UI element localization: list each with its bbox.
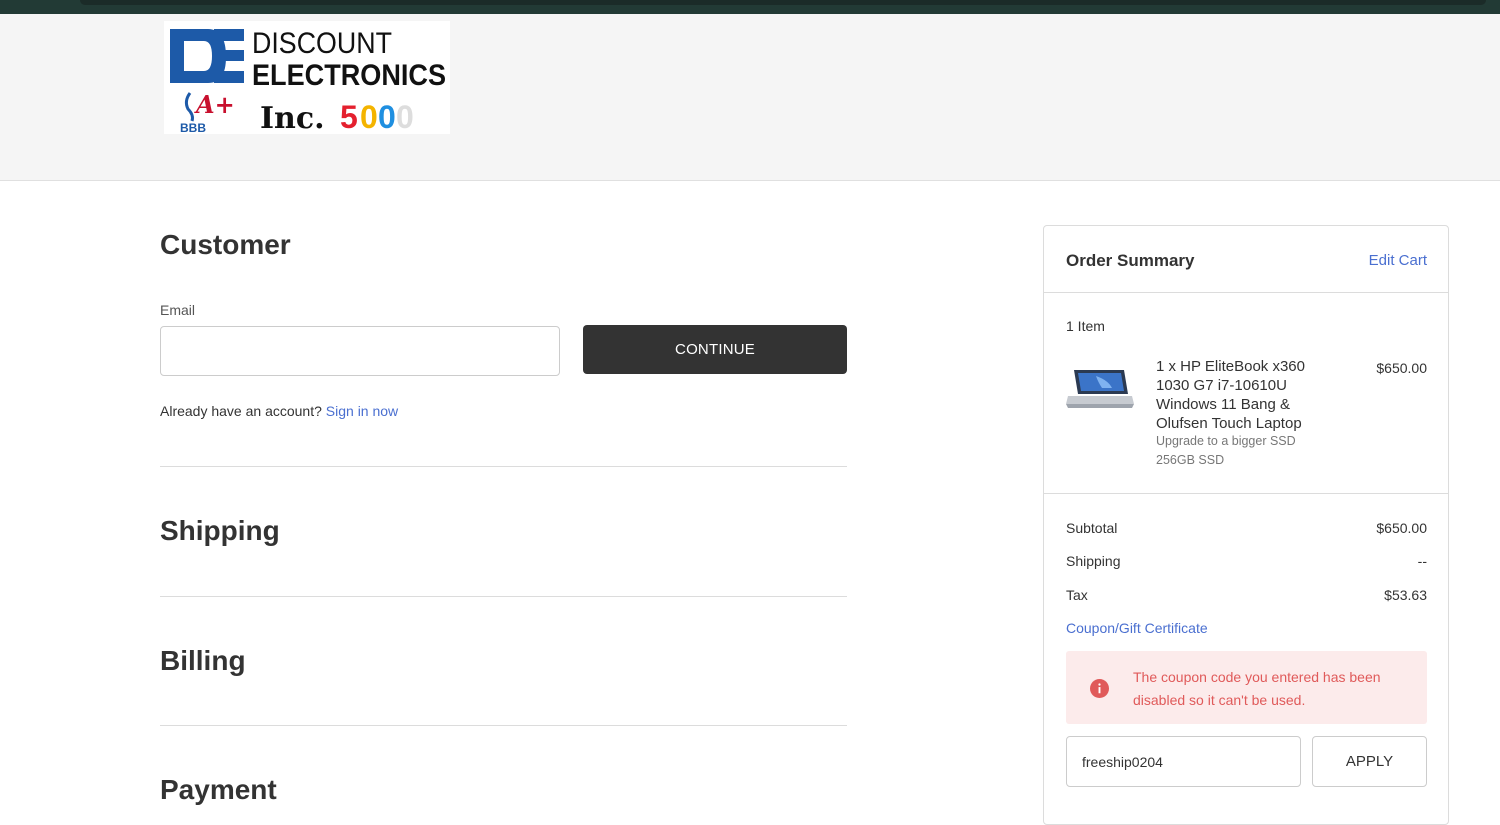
item-price: $650.00 (1376, 360, 1427, 376)
store-logo[interactable]: DISCOUNT ELECTRONICS A+ BBB Inc. 5 0 0 0 (164, 21, 450, 134)
svg-text:0: 0 (396, 99, 414, 134)
shipping-value: -- (1417, 553, 1427, 569)
order-summary-title: Order Summary (1066, 251, 1195, 270)
item-option-label: Upgrade to a bigger SSD (1156, 434, 1296, 448)
edit-cart-link[interactable]: Edit Cart (1369, 252, 1427, 269)
logo-brand-line1: DISCOUNT (252, 27, 392, 60)
coupon-code-input[interactable] (1066, 736, 1301, 787)
summary-divider (1044, 493, 1448, 494)
payment-heading[interactable]: Payment (160, 774, 277, 806)
site-header: DISCOUNT ELECTRONICS A+ BBB Inc. 5 0 0 0 (0, 14, 1500, 181)
bbb-badge-icon: A+ BBB (180, 90, 235, 134)
shipping-heading[interactable]: Shipping (160, 515, 280, 547)
email-label: Email (160, 302, 196, 318)
de-monogram-icon (170, 29, 244, 83)
inc-5000-mark: 5 0 0 0 (340, 99, 414, 134)
top-bar (0, 0, 1500, 14)
continue-button[interactable]: CONTINUE (583, 325, 847, 374)
sign-in-prompt: Already have an account? Sign in now (160, 403, 398, 419)
top-bar-strip (80, 0, 1486, 5)
laptop-thumbnail-icon (1066, 366, 1136, 414)
coupon-error-alert: The coupon code you entered has been dis… (1066, 651, 1427, 724)
inc-label: Inc. (260, 101, 325, 134)
coupon-error-message: The coupon code you entered has been dis… (1133, 669, 1381, 708)
bbb-label: BBB (180, 121, 206, 134)
item-count: 1 Item (1066, 318, 1105, 334)
subtotal-value: $650.00 (1376, 520, 1427, 536)
account-prompt-text: Already have an account? (160, 403, 322, 419)
item-name: 1 x HP EliteBook x360 1030 G7 i7-10610U … (1156, 358, 1305, 432)
subtotal-label: Subtotal (1066, 520, 1118, 536)
coupon-gift-certificate-link[interactable]: Coupon/Gift Certificate (1066, 620, 1208, 636)
bbb-rating: A+ (194, 90, 235, 119)
tax-label: Tax (1066, 587, 1088, 603)
svg-text:0: 0 (360, 99, 378, 134)
error-info-icon (1090, 679, 1109, 698)
summary-divider (1044, 292, 1448, 293)
svg-text:5: 5 (340, 99, 358, 134)
item-option-value: 256GB SSD (1156, 453, 1225, 467)
order-summary-panel: Order Summary Edit Cart 1 Item 1 x HP El… (1043, 225, 1449, 825)
logo-brand-line2: ELECTRONICS (252, 59, 446, 92)
customer-heading: Customer (160, 229, 291, 260)
section-divider (160, 596, 847, 597)
svg-text:0: 0 (378, 99, 396, 134)
tax-value: $53.63 (1384, 587, 1427, 603)
apply-coupon-button[interactable]: APPLY (1312, 736, 1427, 787)
shipping-label: Shipping (1066, 553, 1121, 569)
section-divider (160, 725, 847, 726)
section-divider (160, 466, 847, 467)
email-input[interactable] (160, 326, 560, 376)
sign-in-link[interactable]: Sign in now (326, 403, 398, 419)
billing-heading[interactable]: Billing (160, 645, 246, 677)
